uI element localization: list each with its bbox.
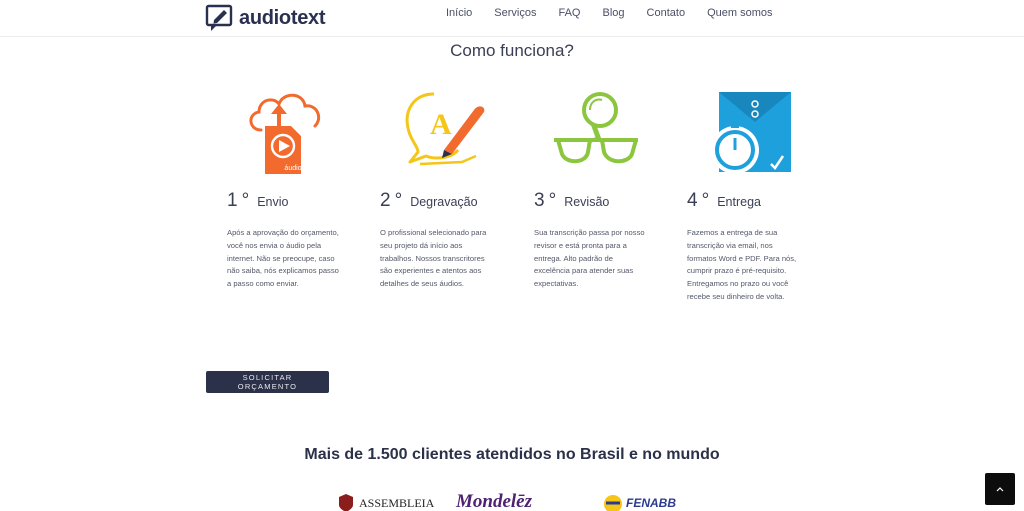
step-description: O profissional selecionado para seu proj… (380, 228, 487, 289)
quill-writing-icon: A (405, 92, 485, 166)
back-to-top-button[interactable] (985, 473, 1015, 505)
svg-text:A: A (430, 108, 452, 141)
step-description: Após a aprovação do orçamento, você nos … (227, 228, 339, 289)
brand-logo[interactable]: audiotext (205, 4, 326, 32)
nav-contato[interactable]: Contato (647, 7, 686, 19)
client-logo-mondelez: Mondelēz (456, 491, 532, 511)
brand-name: audiotext (239, 6, 326, 29)
envelope-stopwatch-icon (711, 92, 791, 174)
cloud-upload-audio-icon: áudio (249, 93, 321, 174)
client-logo-fenabb: FENABB (602, 493, 676, 511)
main-nav: Início Serviços FAQ Blog Contato Quem so… (446, 7, 794, 19)
nav-faq[interactable]: FAQ (558, 7, 580, 19)
nav-quem-somos[interactable]: Quem somos (707, 7, 772, 19)
fenabb-emblem-icon (604, 495, 622, 511)
step-title: Revisão (564, 195, 610, 209)
step-description: Fazemos a entrega de sua transcrição via… (687, 228, 797, 301)
magnifier-glasses-icon (554, 92, 638, 164)
crest-icon (339, 494, 353, 511)
pencil-speech-icon (205, 4, 233, 31)
step-description: Sua transcrição passa por nosso revisor … (534, 228, 645, 289)
step-title: Envio (257, 195, 289, 209)
clients-title: Mais de 1.500 clientes atendidos no Bras… (304, 446, 720, 463)
chevron-up-icon (996, 487, 1004, 492)
step-title: Entrega (717, 195, 761, 209)
step-title: Degravação (410, 195, 478, 209)
section-title: Como funciona? (450, 41, 574, 60)
request-quote-button[interactable]: SOLICITAR ORÇAMENTO (206, 371, 329, 393)
audio-badge: áudio (284, 165, 301, 172)
client-logos: ASSEMBLEIA Mondelēz FENABB (0, 488, 1024, 511)
nav-inicio[interactable]: Início (446, 7, 472, 19)
step-number: 4 (687, 190, 698, 211)
nav-blog[interactable]: Blog (603, 7, 625, 19)
site-header: audiotext Início Serviços FAQ Blog Conta… (0, 0, 1024, 37)
step-number: 2 (380, 190, 391, 211)
nav-servicos[interactable]: Serviços (494, 7, 536, 19)
step-number: 1 (227, 190, 238, 211)
client-logo-assembleia: ASSEMBLEIA (337, 493, 434, 511)
step-number: 3 (534, 190, 545, 211)
